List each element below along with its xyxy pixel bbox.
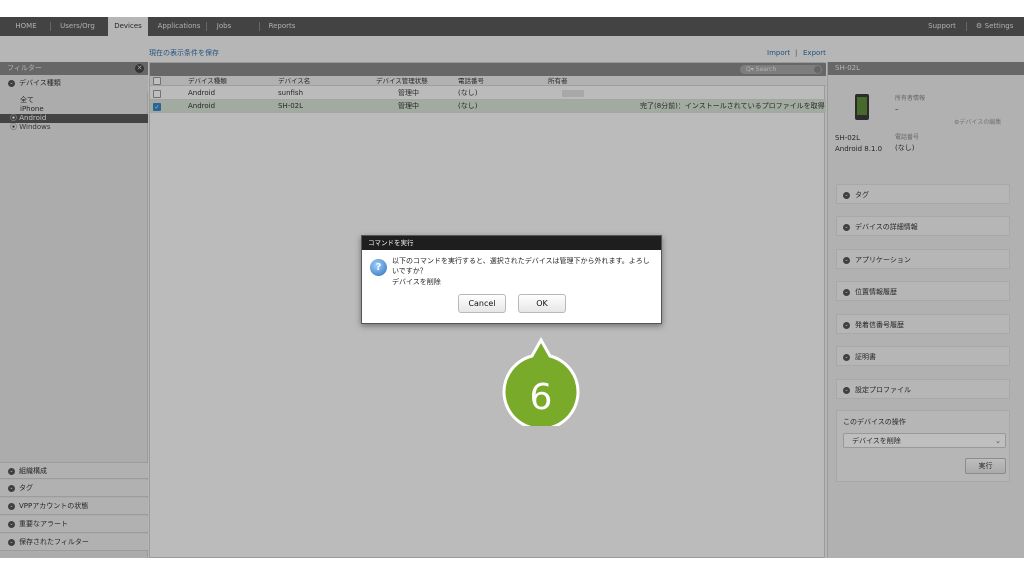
dialog-title: コマンドを実行	[362, 236, 661, 250]
cancel-button[interactable]: Cancel	[458, 294, 506, 313]
ok-button[interactable]: OK	[518, 294, 566, 313]
question-icon: ?	[370, 259, 387, 276]
step-callout: 6	[502, 336, 580, 426]
confirm-dialog: コマンドを実行 ? 以下のコマンドを実行すると、選択されたデバイスは管理下から外…	[361, 235, 662, 324]
dialog-message: 以下のコマンドを実行すると、選択されたデバイスは管理下から外れます。よろしいです…	[392, 257, 650, 275]
dialog-command: デバイスを削除	[392, 278, 441, 286]
callout-number: 6	[530, 377, 553, 418]
app-window: HOME Users/Org Devices Applications Jobs…	[0, 17, 1024, 558]
